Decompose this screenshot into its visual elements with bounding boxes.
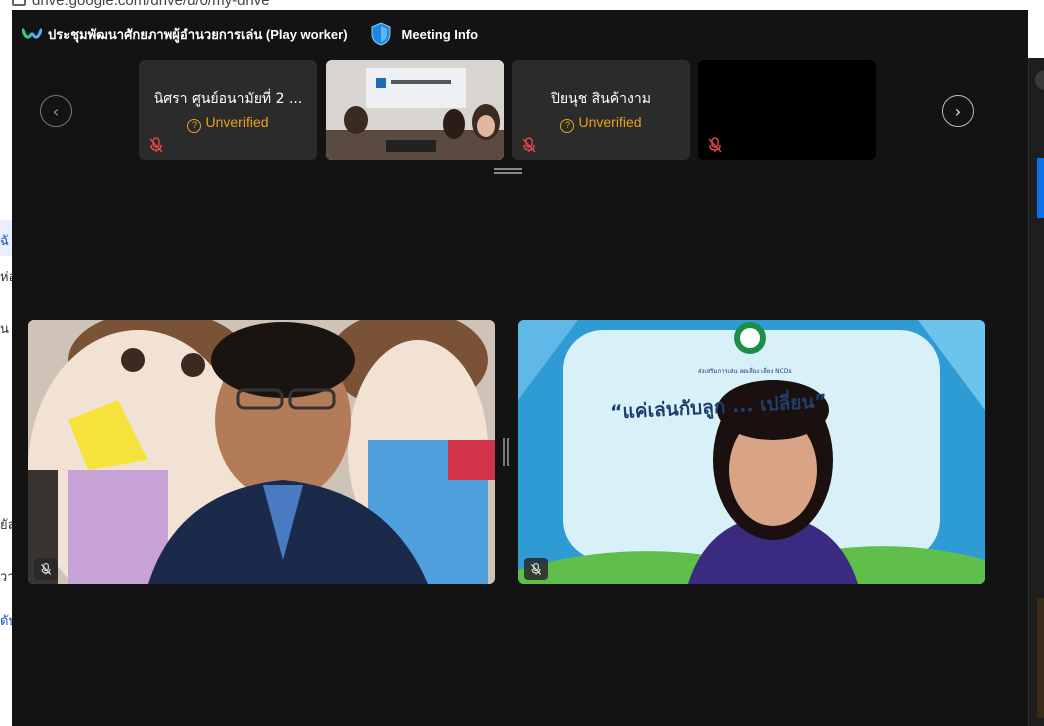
- browser-url-fragment: drive.google.com/drive/u/0/my-drive: [12, 0, 270, 9]
- unverified-icon: ?: [187, 119, 202, 133]
- video-splitter-handle[interactable]: [503, 438, 511, 466]
- tab-icon: [12, 0, 26, 7]
- participant-tile[interactable]: [698, 60, 876, 160]
- chevron-right-icon: ›: [954, 101, 962, 121]
- shield-icon[interactable]: [370, 22, 392, 46]
- strip-next-button[interactable]: ›: [942, 95, 974, 127]
- meeting-info-button[interactable]: Meeting Info: [402, 27, 479, 42]
- main-video-panel[interactable]: ส่งเสริมการเล่น ลดเสี่ยง เลี่ยง NCDs “แค…: [518, 320, 985, 584]
- mute-indicator: [34, 558, 58, 580]
- video-feed-thumbnail: [326, 60, 504, 160]
- participant-name: ปิยนุช สินค้างาม: [551, 91, 651, 107]
- strip-prev-button[interactable]: ‹: [40, 95, 72, 127]
- main-video-panel[interactable]: [28, 320, 495, 584]
- banner-subtitle: ส่งเสริมการเล่น ลดเสี่ยง เลี่ยง NCDs: [698, 368, 792, 375]
- mic-muted-icon: [149, 137, 163, 153]
- meeting-title: ประชุมพัฒนาศักยภาพผู้อำนวยการเล่น (Play …: [48, 26, 348, 42]
- side-panel-edge: [1028, 58, 1044, 726]
- meeting-titlebar: ประชุมพัฒนาศักยภาพผู้อำนวยการเล่น (Play …: [12, 10, 1028, 58]
- participant-name: นิศรา ศูนย์อนามัยที่ 2 ...: [153, 91, 303, 107]
- participant-strip: ‹ นิศรา ศูนย์อนามัยที่ 2 ... ? Unverified…: [12, 60, 1028, 160]
- mute-indicator: [524, 558, 548, 580]
- unverified-badge: ? Unverified: [139, 114, 317, 133]
- webex-logo-icon: [22, 28, 42, 39]
- mic-muted-icon: [40, 562, 52, 575]
- unverified-icon: ?: [560, 119, 575, 133]
- strip-resize-handle[interactable]: [494, 168, 522, 174]
- participant-tile[interactable]: ปิยนุช สินค้างาม ? Unverified: [512, 60, 690, 160]
- participant-video-tile[interactable]: [326, 60, 504, 160]
- video-feed: [28, 320, 495, 584]
- zoom-meeting-window: ประชุมพัฒนาศักยภาพผู้อำนวยการเล่น (Play …: [12, 10, 1028, 726]
- video-feed: [518, 320, 985, 584]
- chevron-left-icon: ‹: [52, 101, 60, 121]
- mic-muted-icon: [522, 137, 536, 153]
- mic-muted-icon: [708, 137, 722, 153]
- mic-muted-icon: [530, 562, 542, 575]
- participant-tile[interactable]: นิศรา ศูนย์อนามัยที่ 2 ... ? Unverified: [139, 60, 317, 160]
- unverified-badge: ? Unverified: [512, 114, 690, 133]
